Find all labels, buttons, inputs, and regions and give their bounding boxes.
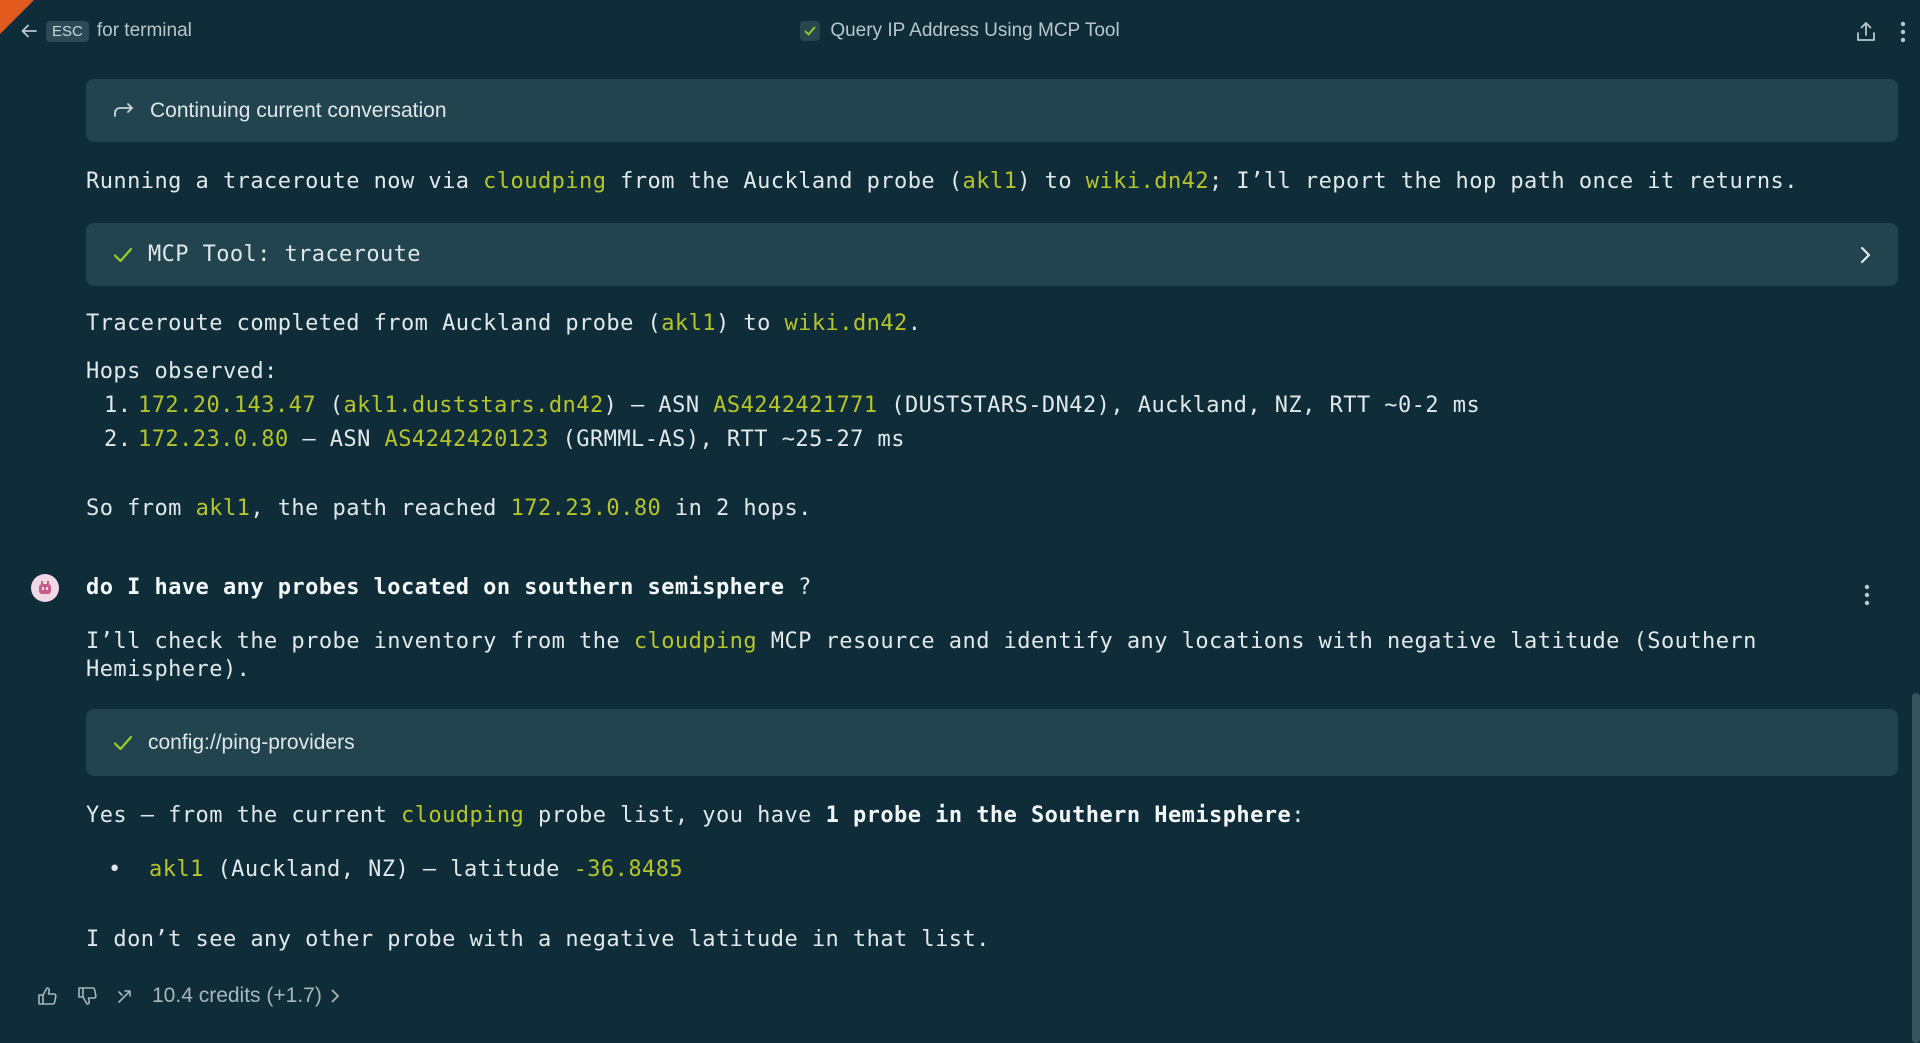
hop-asn: AS4242420123 [384,427,549,452]
scrollbar[interactable] [1912,693,1920,1043]
list-item: 2. 172.23.0.80 — ASN AS4242420123 (GRMML… [104,426,1480,454]
resource-call-ping-providers[interactable]: config://ping-providers [86,709,1898,776]
hops-heading: Hops observed: [86,359,278,384]
thumbs-up-icon[interactable] [36,985,58,1007]
code-akl1: akl1 [195,496,251,521]
assistant-message-traceroute-start: Running a traceroute now via cloudping f… [86,168,1898,196]
hop-host: akl1.duststars.dn42 [343,393,604,418]
text: ? [784,575,812,600]
check-icon [112,733,134,753]
text: ; I’ll report the hop path once it retur… [1209,169,1798,194]
text: Traceroute completed from Auckland probe… [86,311,662,336]
message-footer: 10.4 credits (+1.7) [36,984,340,1008]
more-options-icon[interactable] [1900,21,1906,43]
text: So from [86,496,196,521]
text: probe list, you have [524,803,826,828]
share-icon[interactable] [1854,20,1878,44]
avatar [31,574,59,602]
code-akl1: akl1 [962,169,1018,194]
hop-asn: AS4242421771 [713,393,878,418]
tool-label: MCP Tool: traceroute [148,242,421,267]
text: ) to [1017,169,1086,194]
final-message: I don’t see any other probe with a negat… [86,927,990,952]
traceroute-result: Traceroute completed from Auckland probe… [86,310,1898,338]
text: Running a traceroute now via [86,169,484,194]
page-title: Query IP Address Using MCP Tool [830,20,1120,41]
credits-label: 10.4 credits (+1.7) [152,984,322,1007]
code-cloudping: cloudping [633,629,758,654]
top-bar: ESC for terminal Query IP Address Using … [0,0,1920,64]
hop-ip: 172.20.143.47 [138,393,317,418]
list-item: • akl1 (Auckland, NZ) — latitude -36.848… [108,856,683,884]
text: Yes — from the current [86,803,401,828]
assistant-answer: Yes — from the current cloudping probe l… [86,802,1898,830]
conversation-title: Query IP Address Using MCP Tool [0,20,1920,42]
continuing-banner: Continuing current conversation [86,79,1898,142]
code-cloudping: cloudping [483,169,607,194]
code-akl1: akl1 [661,311,716,336]
text: ( [316,393,344,418]
hops-list: 1. 172.20.143.47 (akl1.duststars.dn42) —… [104,392,1480,454]
code-wiki-dn42: wiki.dn42 [1085,169,1210,194]
text: from the Auckland probe ( [606,169,963,194]
list-number: 2. [104,427,132,452]
text: . [907,311,922,336]
assistant-message-check: I’ll check the probe inventory from the … [86,628,1846,684]
user-message: do I have any probes located on southern… [86,574,1898,602]
text: (GRMML-AS), RTT ~25-27 ms [548,427,905,452]
text: , the path reached [250,496,511,521]
text: I’ll check the probe inventory from the [86,629,634,654]
text: ) — ASN [603,393,714,418]
hop-summary: So from akl1, the path reached 172.23.0.… [86,495,1898,523]
credits-indicator[interactable]: 10.4 credits (+1.7) [152,984,340,1008]
text: ) to [715,311,785,336]
message-options-icon[interactable] [1864,584,1870,606]
probe-list: • akl1 (Auckland, NZ) — latitude -36.848… [108,856,683,884]
probe-name: akl1 [149,857,204,882]
bullet: • [108,857,122,882]
list-item: 1. 172.20.143.47 (akl1.duststars.dn42) —… [104,392,1480,420]
code-ip: 172.23.0.80 [510,496,662,521]
user-question: do I have any probes located on southern… [86,575,785,600]
text: in 2 hops. [661,496,812,521]
text: (Auckland, NZ) — latitude [203,857,574,882]
code-cloudping: cloudping [401,803,525,828]
text: : [1291,803,1305,828]
hop-ip: 172.23.0.80 [138,427,289,452]
continuing-label: Continuing current conversation [150,98,447,122]
fork-icon[interactable] [116,987,134,1005]
bold-answer: 1 probe in the Southern Hemisphere [825,803,1292,828]
list-number: 1. [104,393,132,418]
text: (DUSTSTARS-DN42), Auckland, NZ, RTT ~0-2… [877,393,1481,418]
probe-latitude: -36.8485 [573,857,684,882]
chevron-right-icon [331,989,339,1003]
chevron-right-icon[interactable] [1858,245,1872,265]
check-icon [800,21,821,41]
tool-call-traceroute[interactable]: MCP Tool: traceroute [86,223,1898,286]
redo-arrow-icon [112,101,136,121]
resource-label: config://ping-providers [148,730,355,754]
thumbs-down-icon[interactable] [76,985,98,1007]
check-icon [112,245,134,265]
text: — ASN [288,427,385,452]
code-wiki-dn42: wiki.dn42 [784,311,908,336]
